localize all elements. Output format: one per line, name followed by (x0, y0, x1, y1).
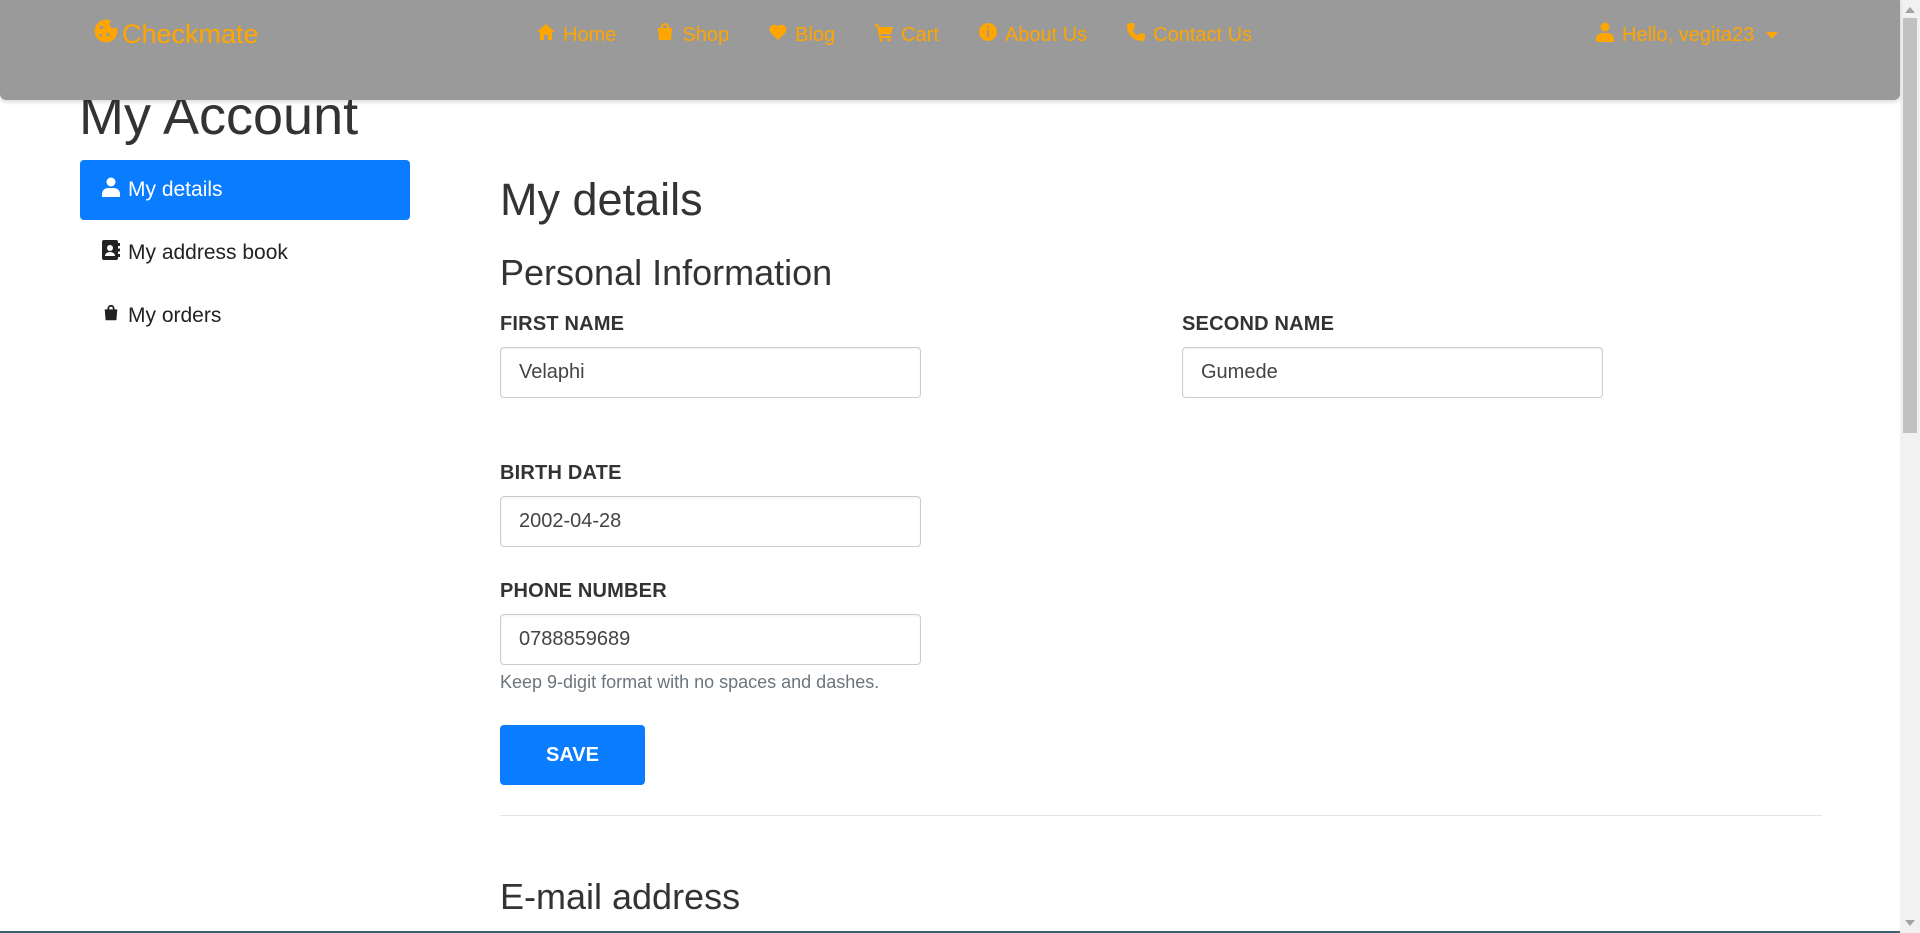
nav-blog-label: Blog (795, 23, 836, 46)
user-menu-dropdown[interactable]: Hello, vegita23 (1596, 20, 1779, 50)
sidebar-item-label: My details (128, 178, 223, 201)
account-sidebar: My details My address book My orders (80, 160, 410, 349)
second-name-input[interactable] (1182, 347, 1603, 398)
nav-home[interactable]: Home (536, 22, 616, 48)
brand-logo-link[interactable]: Checkmate (92, 17, 259, 51)
section-divider (500, 815, 1822, 816)
first-name-input[interactable] (500, 347, 921, 398)
details-heading: My details (500, 174, 703, 225)
sidebar-item-label: My address book (128, 241, 288, 264)
user-icon (1596, 22, 1614, 48)
user-greeting: Hello, vegita23 (1622, 23, 1755, 46)
shopping-bag-icon (655, 22, 675, 48)
info-icon (978, 22, 998, 48)
brand-name: Checkmate (122, 18, 259, 49)
sidebar-item-my-orders[interactable]: My orders (80, 286, 410, 346)
nav-blog[interactable]: Blog (768, 22, 835, 48)
sidebar-item-address-book[interactable]: My address book (80, 223, 410, 283)
nav-shop-label: Shop (682, 23, 730, 46)
phone-number-input[interactable] (500, 614, 921, 665)
save-button[interactable]: Save (500, 725, 645, 785)
phone-help-text: Keep 9-digit format with no spaces and d… (500, 672, 880, 692)
sidebar-item-label: My orders (128, 304, 222, 327)
nav-shop[interactable]: Shop (655, 22, 729, 48)
nav-about[interactable]: About Us (978, 22, 1087, 48)
email-section-heading: E-mail address (500, 876, 741, 917)
scroll-up-arrow-icon[interactable] (1905, 7, 1915, 13)
cart-icon (874, 22, 894, 48)
birth-date-input[interactable] (500, 496, 921, 547)
nav-cart[interactable]: Cart (874, 22, 939, 48)
page-scrollbar[interactable] (1900, 0, 1920, 933)
sidebar-item-my-details[interactable]: My details (80, 160, 410, 220)
birth-date-label: Birth Date (500, 462, 622, 484)
phone-icon (1126, 22, 1146, 48)
nav-contact-label: Contact Us (1153, 23, 1253, 46)
nav-cart-label: Cart (901, 23, 939, 46)
first-name-label: First Name (500, 313, 625, 335)
personal-info-heading: Personal Information (500, 252, 833, 293)
main-nav: Home Shop Blog Cart About Us Contact Us (536, 20, 1291, 50)
scrollbar-thumb[interactable] (1903, 18, 1917, 433)
user-icon (102, 177, 120, 203)
nav-home-label: Home (563, 23, 617, 46)
chevron-down-icon (1766, 31, 1779, 39)
second-name-label: Second Name (1182, 313, 1335, 335)
phone-number-label: Phone Number (500, 580, 667, 602)
home-icon (536, 22, 556, 48)
heart-icon (768, 22, 788, 48)
nav-contact[interactable]: Contact Us (1126, 22, 1252, 48)
address-book-icon (102, 240, 120, 266)
nav-about-label: About Us (1004, 23, 1088, 46)
top-navbar: Checkmate Home Shop Blog Cart About Us C… (0, 0, 1900, 100)
shopping-bag-icon (102, 303, 120, 329)
scroll-down-arrow-icon[interactable] (1905, 920, 1915, 926)
cookie-icon (92, 17, 120, 52)
